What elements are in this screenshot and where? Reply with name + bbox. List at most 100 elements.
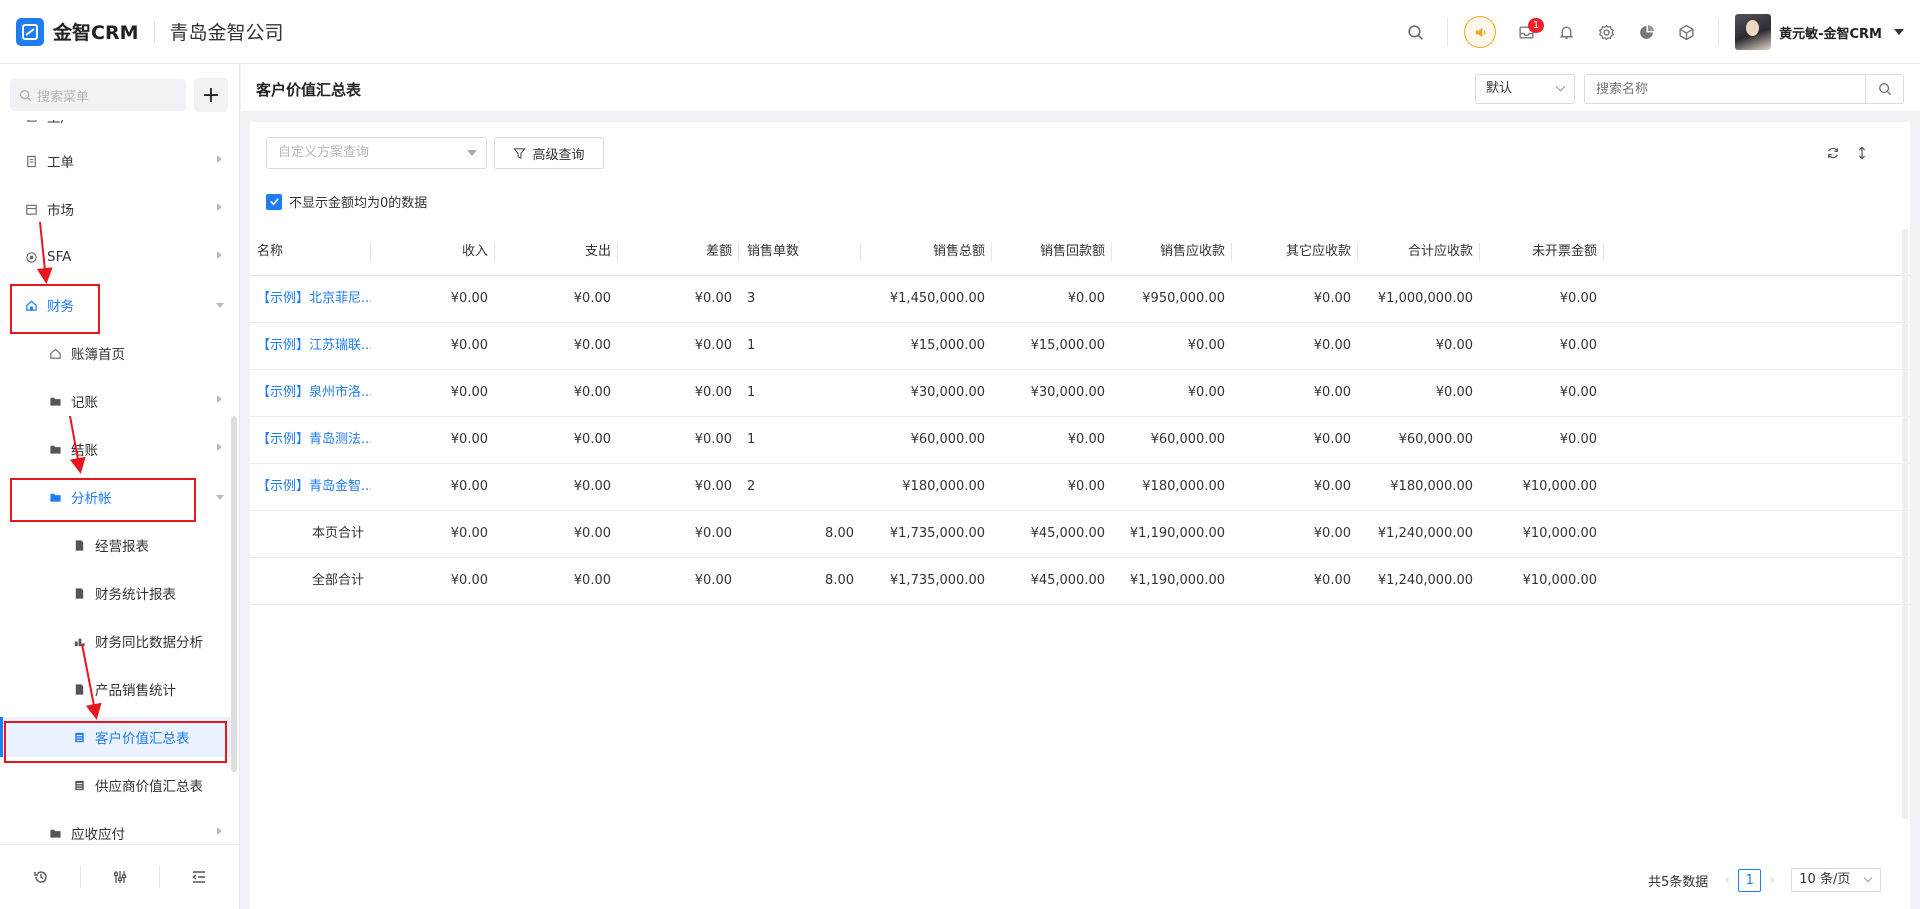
page-size-select[interactable]: 10 条/页 (1791, 868, 1882, 892)
sidebar-item-receivables[interactable]: 应收应付 (0, 813, 232, 844)
sidebar-item-label: 生产 (47, 120, 74, 126)
table-cell: ¥0.00 (1559, 385, 1597, 400)
search-icon[interactable] (1395, 12, 1435, 52)
search-button[interactable] (1865, 75, 1903, 103)
chevron-left-icon[interactable]: ‹ (1720, 873, 1734, 888)
sidebar-item-production[interactable]: 生产 (0, 120, 232, 136)
top-bar: 金智CRM 青岛金智公司 1 黄元敏-金智CRM (0, 0, 1920, 64)
column-header[interactable]: 支出 (498, 229, 618, 275)
history-icon[interactable] (21, 862, 61, 892)
sidebar-item-market[interactable]: 市场 (0, 189, 232, 229)
chevron-down-icon (216, 303, 224, 308)
sidebar-item-sfa[interactable]: SFA (0, 237, 232, 277)
sidebar-item-label: 账簿首页 (71, 347, 125, 363)
pie-chart-icon[interactable] (1626, 12, 1666, 52)
table-row[interactable]: 【示例】江苏瑞联... ¥0.00 ¥0.00 ¥0.00 1 ¥15,000.00 ¥15… (250, 323, 1910, 370)
view-select[interactable]: 默认 (1475, 74, 1575, 104)
total-label: 本页合计 (311, 526, 364, 541)
column-header[interactable]: 销售应收款 (1112, 229, 1232, 275)
table-cell: ¥0.00 (1067, 479, 1105, 494)
gear-icon[interactable] (1586, 12, 1626, 52)
bell-icon[interactable] (1546, 12, 1586, 52)
sidebar-item-finance-stats[interactable]: 财务统计报表 (0, 573, 232, 613)
annotation-box (10, 478, 196, 522)
table-cell: ¥1,735,000.00 (889, 573, 985, 588)
column-header[interactable]: 其它应收款 (1232, 229, 1358, 275)
table-cell: ¥0.00 (694, 479, 732, 494)
bar-chart-icon (72, 634, 86, 648)
cube-icon[interactable] (1666, 12, 1706, 52)
table-cell: ¥0.00 (450, 291, 488, 306)
customer-name-link[interactable]: 【示例】江苏瑞联... (250, 323, 371, 369)
column-header[interactable]: 差额 (618, 229, 739, 275)
sidebar-item-operating-report[interactable]: 经营报表 (0, 525, 232, 565)
sidebar-scrollbar[interactable] (231, 416, 237, 772)
company-name[interactable]: 青岛金智公司 (169, 18, 283, 45)
column-height-icon[interactable] (1853, 144, 1871, 162)
sidebar-item-product-sales[interactable]: 产品销售统计 (0, 669, 232, 709)
plus-icon: + (201, 82, 221, 108)
column-header[interactable]: 名称 (250, 229, 371, 275)
sidebar-item-bookkeeping[interactable]: 记账 (0, 381, 232, 421)
filter-icon (513, 147, 527, 159)
table-cell: ¥0.00 (1559, 338, 1597, 353)
table-row[interactable]: 【示例】青岛金智... ¥0.00 ¥0.00 ¥0.00 2 ¥180,000.00 ¥0… (250, 464, 1910, 511)
sliders-icon[interactable] (100, 862, 140, 892)
inbox-button[interactable]: 1 (1506, 12, 1546, 52)
chevron-right-icon (217, 251, 222, 259)
sidebar-item-yoy-analysis[interactable]: 财务同比数据分析 (0, 621, 232, 661)
column-header[interactable]: 收入 (371, 229, 495, 275)
chevron-right-icon[interactable]: › (1765, 873, 1779, 888)
divider (158, 866, 160, 888)
name-search (1584, 74, 1904, 104)
logo-icon (16, 17, 44, 46)
customer-name-link[interactable]: 【示例】青岛金智... (250, 464, 371, 510)
column-header[interactable]: 销售总额 (864, 229, 992, 275)
custom-scheme-select[interactable]: 自定义方案查询 (266, 137, 487, 169)
chevron-right-icon (217, 203, 222, 211)
chevron-down-icon (216, 495, 224, 500)
column-header[interactable]: 销售回款额 (992, 229, 1112, 275)
customer-name-link[interactable]: 【示例】青岛测法... (250, 417, 371, 463)
table-cell: ¥0.00 (1187, 338, 1225, 353)
chevron-down-icon (467, 150, 477, 156)
page-number-button[interactable]: 1 (1738, 868, 1762, 892)
sidebar-item-supplier-value[interactable]: 供应商价值汇总表 (0, 765, 232, 805)
table-row[interactable]: 【示例】青岛测法... ¥0.00 ¥0.00 ¥0.00 1 ¥60,000.00 ¥0.… (250, 417, 1910, 464)
column-header[interactable]: 合计应收款 (1358, 229, 1480, 275)
content-header: 客户价值汇总表 默认 (241, 64, 1920, 112)
table-cell: ¥0.00 (1435, 338, 1473, 353)
folder-icon (48, 826, 62, 840)
refresh-icon[interactable] (1824, 144, 1842, 162)
user-name: 黄元敏-金智CRM (1779, 26, 1882, 42)
sidebar-item-work-order[interactable]: 工单 (0, 141, 232, 181)
table-cell: ¥1,190,000.00 (1129, 573, 1225, 588)
table-scrollbar[interactable] (1902, 229, 1908, 819)
collapse-menu-icon[interactable] (179, 862, 219, 892)
advanced-query-button[interactable]: 高级查询 (494, 137, 604, 169)
sidebar-item-closing[interactable]: 结账 (0, 429, 232, 469)
chevron-right-icon (217, 155, 222, 163)
table-cell: ¥10,000.00 (1522, 526, 1597, 541)
app-logo[interactable]: 金智CRM (16, 17, 138, 46)
sidebar-item-label: 财务统计报表 (95, 587, 176, 603)
column-header[interactable]: 销售单数 (740, 229, 861, 275)
menu-search-placeholder: 搜索菜单 (37, 89, 90, 105)
table-row[interactable]: 【示例】北京菲尼... ¥0.00 ¥0.00 ¥0.00 3 ¥1,450,000.00… (250, 276, 1910, 323)
table-cell: ¥950,000.00 (1142, 291, 1225, 306)
hide-zero-checkbox[interactable]: 不显示金额均为0的数据 (266, 192, 427, 211)
user-menu[interactable]: 黄元敏-金智CRM (1735, 14, 1904, 50)
announcement-button[interactable] (1460, 12, 1500, 52)
column-header[interactable]: 未开票金额 (1480, 229, 1604, 275)
name-search-input[interactable] (1585, 75, 1865, 103)
menu-search-input[interactable]: 搜索菜单 (10, 79, 186, 111)
customer-name-link[interactable]: 【示例】泉州市洛... (250, 370, 371, 416)
customer-name-link[interactable]: 【示例】北京菲尼... (250, 276, 371, 322)
table-cell: ¥60,000.00 (910, 432, 985, 447)
table-cell: ¥0.00 (1313, 432, 1351, 447)
total-row: 全部合计 ¥0.00 ¥0.00 ¥0.00 8.00 ¥1,735,000.00 ¥45,… (250, 558, 1910, 605)
sidebar-item-ledger-home[interactable]: 账簿首页 (0, 333, 232, 373)
add-menu-button[interactable]: + (194, 78, 228, 112)
table-row[interactable]: 【示例】泉州市洛... ¥0.00 ¥0.00 ¥0.00 1 ¥30,000.00 ¥30… (250, 370, 1910, 417)
hide-zero-label: 不显示金额均为0的数据 (289, 196, 428, 211)
